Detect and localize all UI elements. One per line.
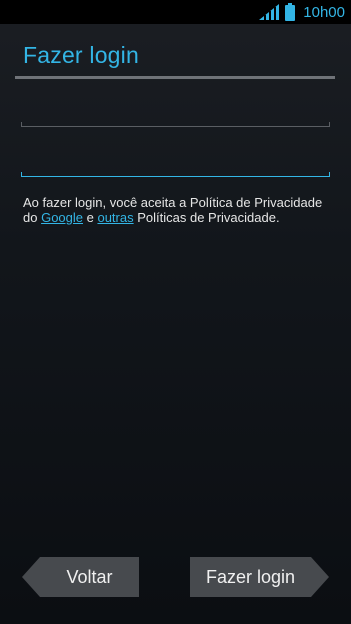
email-field-underline: [21, 122, 330, 127]
header-divider: [15, 76, 335, 79]
signal-icon: [259, 4, 280, 20]
other-policies-link[interactable]: outras: [97, 210, 133, 225]
back-button-label: Voltar: [66, 566, 113, 587]
login-button-label: Fazer login: [205, 566, 296, 587]
google-privacy-link[interactable]: Google: [41, 210, 83, 225]
password-field-underline: [21, 172, 330, 177]
password-field[interactable]: [21, 142, 330, 176]
status-bar: 10h00: [0, 0, 351, 24]
page-title: Fazer login: [23, 42, 139, 68]
back-button[interactable]: Voltar: [22, 557, 139, 597]
policy-text-middle: e: [83, 210, 98, 225]
battery-icon: [285, 3, 296, 21]
status-clock: 10h00: [303, 3, 345, 21]
login-button[interactable]: Fazer login: [190, 557, 329, 597]
privacy-policy-notice: Ao fazer login, você aceita a Política d…: [23, 195, 323, 225]
policy-text-suffix: Políticas de Privacidade.: [133, 210, 280, 225]
status-icons: 10h00: [259, 0, 345, 24]
email-field[interactable]: [21, 92, 330, 126]
